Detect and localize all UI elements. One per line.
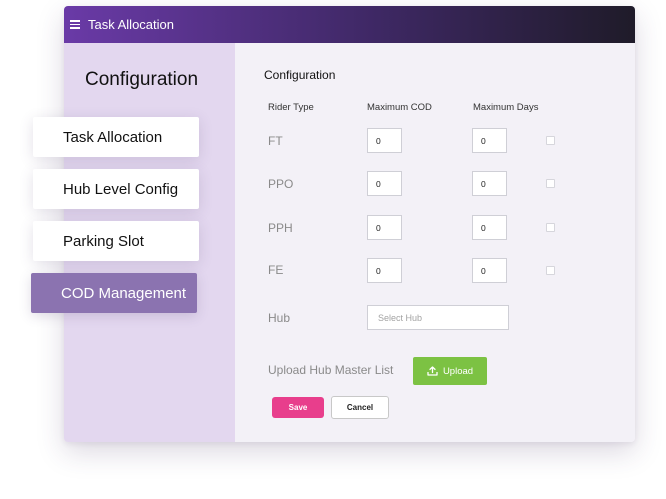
max-cod-input[interactable]: 0 bbox=[367, 215, 402, 240]
sidebar-heading: Configuration bbox=[85, 69, 199, 90]
column-header-maximum-cod: Maximum COD bbox=[367, 102, 432, 113]
form-title: Configuration bbox=[264, 68, 336, 82]
row-checkbox[interactable] bbox=[546, 223, 555, 232]
row-checkbox[interactable] bbox=[546, 179, 555, 188]
hub-label: Hub bbox=[268, 311, 291, 325]
save-button[interactable]: Save bbox=[272, 397, 324, 418]
nav-item-label: Parking Slot bbox=[63, 232, 144, 250]
hub-select[interactable]: Select Hub bbox=[367, 305, 509, 330]
upload-button-label: Upload bbox=[442, 365, 474, 377]
max-days-input[interactable]: 0 bbox=[472, 128, 507, 153]
nav-item-hub-level-config[interactable]: Hub Level Config bbox=[33, 169, 199, 209]
nav-item-label: COD Management bbox=[61, 284, 187, 302]
max-days-input[interactable]: 0 bbox=[472, 258, 507, 283]
rider-type-label: PPO bbox=[268, 177, 294, 191]
upload-icon bbox=[427, 366, 438, 376]
upload-hub-master-label: Upload Hub Master List bbox=[268, 363, 394, 377]
row-checkbox[interactable] bbox=[546, 136, 555, 145]
column-header-maximum-days: Maximum Days bbox=[473, 102, 539, 113]
nav-item-label: Task Allocation bbox=[63, 128, 163, 146]
nav-item-cod-management[interactable]: COD Management bbox=[31, 273, 197, 313]
rider-type-label: FT bbox=[268, 134, 283, 148]
cancel-button[interactable]: Cancel bbox=[331, 396, 389, 419]
nav-item-task-allocation[interactable]: Task Allocation bbox=[33, 117, 199, 157]
app-title: Task Allocation bbox=[88, 17, 174, 32]
max-cod-input[interactable]: 0 bbox=[367, 171, 402, 196]
hamburger-menu-icon[interactable] bbox=[70, 20, 80, 29]
nav-item-parking-slot[interactable]: Parking Slot bbox=[33, 221, 199, 261]
column-header-rider-type: Rider Type bbox=[268, 102, 314, 113]
max-days-input[interactable]: 0 bbox=[472, 215, 507, 240]
rider-type-label: PPH bbox=[268, 221, 293, 235]
upload-button[interactable]: Upload bbox=[413, 357, 487, 385]
max-days-input[interactable]: 0 bbox=[472, 171, 507, 196]
nav-item-label: Hub Level Config bbox=[63, 180, 179, 198]
max-cod-input[interactable]: 0 bbox=[367, 128, 402, 153]
row-checkbox[interactable] bbox=[546, 266, 555, 275]
title-bar: Task Allocation bbox=[64, 6, 635, 43]
max-cod-input[interactable]: 0 bbox=[367, 258, 402, 283]
rider-type-label: FE bbox=[268, 263, 284, 277]
